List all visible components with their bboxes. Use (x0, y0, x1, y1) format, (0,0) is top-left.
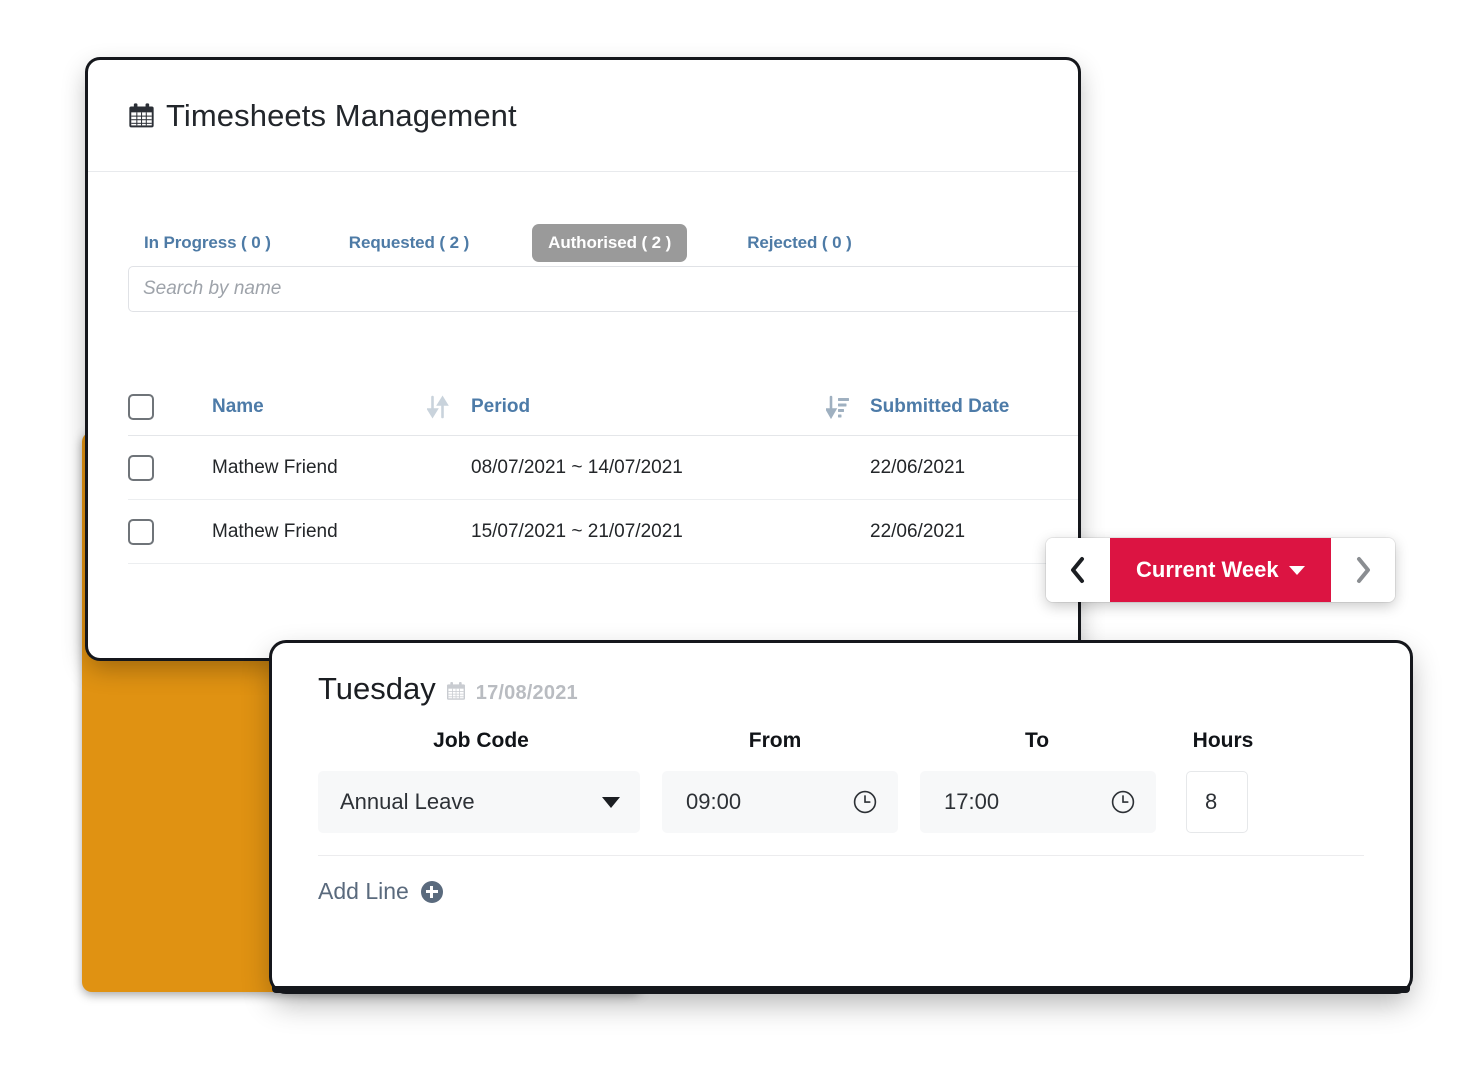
clock-icon[interactable] (852, 789, 878, 815)
search-input[interactable] (128, 266, 1078, 312)
page-title-text: Timesheets Management (166, 97, 517, 133)
row-select-cell (128, 518, 212, 545)
card-header: Timesheets Management (88, 60, 1078, 172)
column-header-period[interactable]: Period (471, 396, 826, 418)
from-time-value: 09:00 (686, 789, 742, 814)
column-header-name[interactable]: Name (212, 396, 427, 418)
to-time-input[interactable]: 17:00 (920, 771, 1156, 833)
column-header-job-code: Job Code (433, 729, 529, 752)
row-select-cell (128, 454, 212, 481)
hours-input[interactable]: 8 (1186, 771, 1248, 833)
calendar-icon (446, 681, 466, 701)
table-row[interactable]: Mathew Friend 08/07/2021 ~ 14/07/2021 22… (128, 436, 1078, 500)
search-row (88, 266, 1078, 312)
current-week-label: Current Week (1136, 557, 1279, 582)
column-header-to: To (1024, 729, 1050, 752)
week-navigator: Current Week (1046, 538, 1395, 602)
clock-icon[interactable] (1110, 789, 1136, 815)
cell-name: Mathew Friend (212, 456, 338, 478)
caret-down-icon (602, 796, 620, 808)
chevron-right-icon (1356, 557, 1370, 583)
hours-value: 8 (1205, 789, 1218, 814)
caret-down-icon (1288, 565, 1305, 575)
job-code-select[interactable]: Annual Leave (318, 771, 640, 833)
to-time-value: 17:00 (944, 789, 1000, 814)
select-all-cell (128, 393, 212, 420)
timesheets-management-card: Timesheets Management In Progress ( 0 ) … (88, 60, 1078, 658)
plus-circle-icon (420, 880, 443, 903)
sort-period-cell (826, 395, 870, 419)
calendar-icon (128, 102, 155, 129)
status-tabs: In Progress ( 0 ) Requested ( 2 ) Author… (88, 172, 1078, 266)
column-header-submitted-date[interactable]: Submitted Date (870, 396, 1078, 418)
day-date: 17/08/2021 (475, 682, 578, 704)
day-card-header: Tuesday 17/08/2021 (272, 643, 1410, 707)
row-checkbox[interactable] (128, 454, 154, 481)
entry-grid-header: Job Code From To Hours (272, 729, 1410, 753)
tab-in-progress[interactable]: In Progress ( 0 ) (128, 224, 287, 262)
chevron-left-icon (1071, 557, 1084, 583)
sort-name-cell (427, 395, 471, 419)
day-card-bottom-edge (272, 986, 1410, 993)
from-time-input[interactable]: 09:00 (662, 771, 898, 833)
entry-divider (318, 855, 1364, 856)
tab-requested[interactable]: Requested ( 2 ) (333, 224, 485, 262)
timesheets-table: Name Period Submitted Date Mathew Friend… (88, 378, 1078, 564)
cell-period: 08/07/2021 ~ 14/07/2021 (471, 456, 683, 478)
entry-line-row: Annual Leave 09:00 17:00 8 (272, 771, 1410, 833)
next-week-button[interactable] (1330, 538, 1395, 602)
page-title: Timesheets Management (128, 98, 517, 134)
tab-rejected[interactable]: Rejected ( 0 ) (731, 224, 867, 262)
previous-week-button[interactable] (1046, 538, 1110, 602)
day-name: Tuesday (318, 671, 436, 706)
day-entry-card: Tuesday 17/08/2021 Job Code From To Hour… (272, 643, 1410, 991)
sort-updown-icon[interactable] (427, 395, 449, 419)
table-row[interactable]: Mathew Friend 15/07/2021 ~ 21/07/2021 22… (128, 500, 1078, 564)
job-code-value: Annual Leave (340, 789, 475, 814)
select-all-checkbox[interactable] (128, 393, 154, 420)
cell-name: Mathew Friend (212, 520, 338, 542)
table-header-row: Name Period Submitted Date (128, 378, 1078, 436)
tab-authorised[interactable]: Authorised ( 2 ) (532, 223, 688, 262)
column-header-from: From (748, 729, 802, 752)
cell-period: 15/07/2021 ~ 21/07/2021 (471, 520, 683, 542)
sort-amount-down-icon[interactable] (826, 395, 850, 419)
add-line-button[interactable]: Add Line (272, 856, 443, 905)
column-header-hours: Hours (1192, 729, 1254, 752)
current-week-button[interactable]: Current Week (1110, 538, 1331, 602)
cell-submitted-date: 22/06/2021 (870, 456, 966, 478)
cell-submitted-date: 22/06/2021 (870, 520, 966, 542)
add-line-label: Add Line (318, 878, 409, 904)
row-checkbox[interactable] (128, 518, 154, 545)
